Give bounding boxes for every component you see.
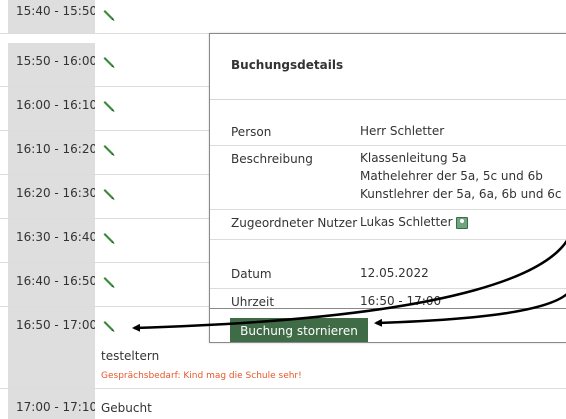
user-icon — [455, 216, 468, 229]
time-label: 16:10 - 16:20 — [8, 131, 97, 174]
description-line: Klassenleitung 5a — [360, 151, 467, 165]
time-label: 15:50 - 16:00 — [8, 43, 97, 86]
time-slot-row: 15:40 - 15:50 — [0, 0, 566, 34]
detail-row-description: Beschreibung Klassenleitung 5a Mathelehr… — [210, 146, 566, 210]
modal-footer: Buchung stornieren — [210, 308, 566, 342]
slot-cell — [95, 0, 566, 33]
assigned-user-label: Zugeordneter Nutzer — [231, 216, 358, 230]
date-label: Datum — [231, 267, 272, 281]
person-value: Herr Schletter — [360, 124, 445, 138]
description-label: Beschreibung — [231, 152, 313, 166]
detail-row-date: Datum 12.05.2022 — [210, 259, 566, 289]
booking-note: Gesprächsbedarf: Kind mag die Schule seh… — [101, 371, 302, 381]
slot-cell: Gebucht — [95, 389, 566, 419]
pencil-icon[interactable] — [103, 231, 117, 245]
pencil-icon[interactable] — [103, 8, 117, 22]
booking-details-modal: Buchungsdetails Person Herr Schletter Be… — [209, 33, 566, 343]
pencil-icon[interactable] — [103, 55, 117, 69]
time-label: 16:40 - 16:50 — [8, 263, 97, 306]
cancel-booking-button[interactable]: Buchung stornieren — [230, 318, 368, 342]
modal-header: Buchungsdetails — [210, 34, 566, 100]
assigned-user-name: Lukas Schletter — [360, 215, 453, 229]
pencil-icon[interactable] — [103, 143, 117, 157]
pencil-icon[interactable] — [103, 275, 117, 289]
time-label: 16:20 - 16:30 — [8, 175, 97, 218]
time-slot-row: 17:00 - 17:10 Gebucht — [0, 389, 566, 419]
time-label: 16:50 - 17:00 — [8, 307, 97, 388]
pencil-icon[interactable] — [103, 319, 117, 333]
description-line: Mathelehrer der 5a, 5c und 6b — [360, 169, 543, 183]
booking-name: testeltern — [101, 349, 160, 363]
detail-row-assigned-user: Zugeordneter Nutzer Lukas Schletter — [210, 210, 566, 240]
date-value: 12.05.2022 — [360, 266, 429, 280]
detail-row-person: Person Herr Schletter — [210, 119, 566, 146]
pencil-icon[interactable] — [103, 99, 117, 113]
time-detail-label: Uhrzeit — [231, 295, 275, 309]
time-label: 15:40 - 15:50 — [8, 0, 97, 33]
time-label: 16:00 - 16:10 — [8, 87, 97, 130]
pencil-icon[interactable] — [103, 187, 117, 201]
booked-status: Gebucht — [101, 401, 152, 415]
time-label: 17:00 - 17:10 — [8, 389, 97, 419]
description-line: Kunstlehrer der 5a, 6a, 6b und 6c — [360, 187, 562, 201]
time-label: 16:30 - 16:40 — [8, 219, 97, 262]
assigned-user-value: Lukas Schletter — [360, 213, 468, 231]
person-label: Person — [231, 125, 272, 139]
modal-title: Buchungsdetails — [231, 58, 344, 72]
